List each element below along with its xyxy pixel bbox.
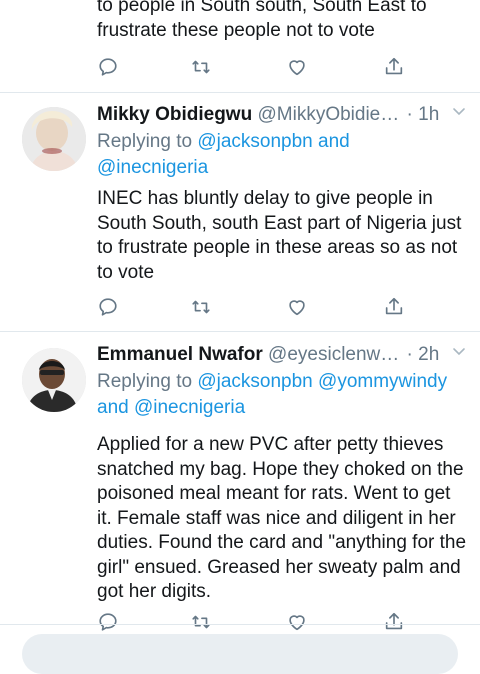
reply-icon[interactable] [97, 611, 121, 635]
reply-context: Replying to @jacksonpbn and @inecnigeria [97, 129, 467, 181]
like-icon[interactable] [286, 611, 310, 635]
tweet-body-line: to people in South south, South East to [97, 0, 427, 16]
reply-and: and [97, 397, 134, 418]
retweet-icon[interactable] [190, 56, 214, 80]
like-icon[interactable] [286, 56, 310, 80]
chevron-down-icon[interactable] [451, 343, 467, 367]
chevron-down-icon[interactable] [451, 103, 467, 127]
tweet-body: Applied for a new PVC after petty thieve… [97, 434, 467, 602]
reply-prefix: Replying to [97, 131, 198, 152]
share-icon[interactable] [383, 611, 407, 635]
tweet-body-line: frustrate these people not to vote [97, 19, 375, 41]
tweet-time[interactable]: · 1h [407, 104, 440, 125]
divider [0, 624, 480, 625]
share-icon[interactable] [383, 296, 407, 320]
retweet-icon[interactable] [190, 296, 214, 320]
reply-compose-box[interactable] [22, 634, 458, 674]
avatar[interactable] [22, 107, 86, 171]
share-icon[interactable] [383, 56, 407, 80]
like-icon[interactable] [286, 296, 310, 320]
author-handle[interactable]: @MikkyObidie… [257, 104, 399, 125]
reply-icon[interactable] [97, 296, 121, 320]
divider [0, 92, 480, 93]
author-handle[interactable]: @eyesiclenw… [268, 344, 399, 365]
author-name[interactable]: Emmanuel Nwafor [97, 344, 263, 365]
avatar[interactable] [22, 348, 86, 412]
retweet-icon[interactable] [190, 611, 214, 635]
author-name[interactable]: Mikky Obidiegwu [97, 104, 252, 125]
tweet-actions [97, 611, 403, 635]
tweet-actions [97, 296, 403, 320]
mention-link[interactable]: @jacksonpbn and [197, 131, 349, 152]
mention-link[interactable]: @inecnigeria [134, 397, 245, 418]
reply-context: Replying to @jacksonpbn @yommywindy and … [97, 369, 467, 421]
divider [0, 331, 480, 332]
mention-link[interactable]: @jacksonpbn @yommywindy [197, 371, 447, 392]
tweet-time[interactable]: · 2h [407, 344, 440, 365]
reply-prefix: Replying to [97, 371, 198, 392]
mention-link[interactable]: @inecnigeria [97, 157, 208, 178]
tweet-body: INEC has bluntly delay to give people in… [97, 188, 462, 283]
reply-icon[interactable] [97, 56, 121, 80]
tweet-actions [97, 56, 403, 80]
